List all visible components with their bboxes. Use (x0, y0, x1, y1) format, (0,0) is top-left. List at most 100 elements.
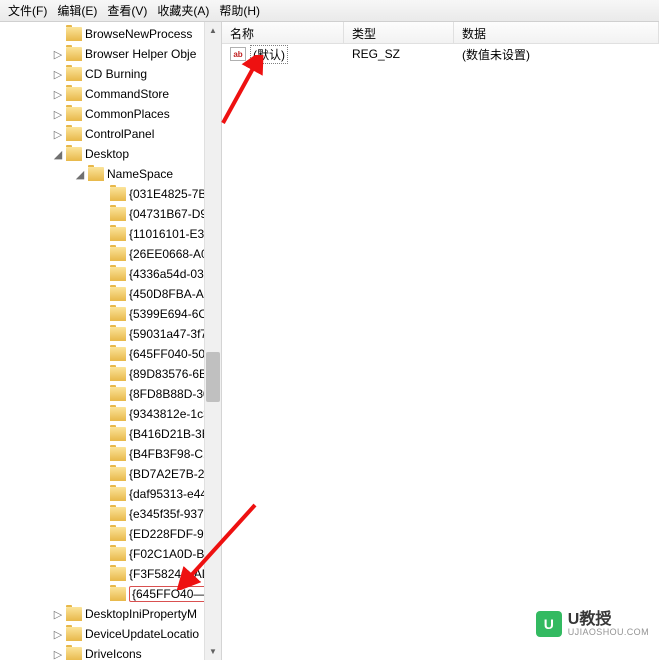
tree-browser-helper-objects[interactable]: ▷ Browser Helper Obje (0, 44, 221, 64)
menubar: 文件(F) 编辑(E) 查看(V) 收藏夹(A) 帮助(H) (0, 0, 659, 22)
tree-item-label: DriveIcons (85, 647, 142, 660)
folder-icon (66, 27, 82, 41)
tree-item-label: NameSpace (107, 167, 173, 181)
menu-help[interactable]: 帮助(H) (219, 2, 260, 19)
tree-desktopinipropertymap[interactable]: ▷DesktopIniPropertyM (0, 604, 221, 624)
tree-item-label: {04731B67-D9 (129, 207, 207, 221)
folder-icon (110, 427, 126, 441)
folder-icon (110, 547, 126, 561)
tree-cd-burning[interactable]: ▷ CD Burning (0, 64, 221, 84)
tree-item-label: Browser Helper Obje (85, 47, 196, 61)
tree-guid-89d83576[interactable]: {89D83576-6B (0, 364, 221, 384)
scroll-thumb[interactable] (206, 352, 220, 402)
tree-commandstore[interactable]: ▷ CommandStore (0, 84, 221, 104)
registry-tree[interactable]: BrowseNewProcess ▷ Browser Helper Obje ▷ CD … (0, 22, 221, 660)
list-row[interactable]: ab (默认) REG_SZ (数值未设置) (222, 44, 659, 64)
folder-icon (110, 247, 126, 261)
col-data[interactable]: 数据 (454, 22, 659, 43)
watermark-logo-icon: U (536, 611, 562, 637)
tree-guid-f3f5824c[interactable]: {F3F5824C-AD (0, 564, 221, 584)
folder-icon (110, 407, 126, 421)
tree-item-label: {450D8FBA-AD (129, 287, 212, 301)
col-name[interactable]: 名称 (222, 22, 344, 43)
tree-item-label: {9343812e-1c3 (129, 407, 210, 421)
folder-icon (110, 227, 126, 241)
values-panel: 名称 类型 数据 ab (默认) REG_SZ (数值未设置) (222, 22, 659, 660)
folder-icon (66, 87, 82, 101)
tree-desktop[interactable]: ◢ Desktop (0, 144, 221, 164)
tree-guid-645ffo40-new[interactable]: {645FFO40—— (0, 584, 221, 604)
scroll-up-icon[interactable]: ▲ (205, 22, 221, 39)
menu-favorites[interactable]: 收藏夹(A) (157, 2, 209, 19)
col-type[interactable]: 类型 (344, 22, 454, 43)
tree-item-label: {daf95313-e44 (129, 487, 207, 501)
tree-item-label: {59031a47-3f7 (129, 327, 207, 341)
tree-item-label: Desktop (85, 147, 129, 161)
tree-controlpanel[interactable]: ▷ControlPanel (0, 124, 221, 144)
string-value-icon: ab (230, 47, 246, 61)
tree-guid-59031a47[interactable]: {59031a47-3f7 (0, 324, 221, 344)
expander-icon[interactable]: ▷ (50, 48, 66, 61)
tree-guid-e345f35f[interactable]: {e345f35f-937 (0, 504, 221, 524)
expander-icon[interactable]: ◢ (50, 148, 66, 161)
tree-guid-b416d21b[interactable]: {B416D21B-3B (0, 424, 221, 444)
tree-deviceupdatelocations[interactable]: ▷DeviceUpdateLocatio (0, 624, 221, 644)
value-name: (默认) (250, 45, 288, 64)
tree-scrollbar[interactable]: ▲ ▼ (204, 22, 221, 660)
scroll-down-icon[interactable]: ▼ (205, 643, 221, 660)
folder-icon (110, 307, 126, 321)
tree-guid-4336a54d[interactable]: {4336a54d-03 (0, 264, 221, 284)
tree-guid-11016101[interactable]: {11016101-E36 (0, 224, 221, 244)
tree-item-label: {26EE0668-A0 (129, 247, 208, 261)
folder-icon (110, 507, 126, 521)
expander-icon[interactable]: ▷ (50, 628, 66, 641)
tree-guid-bd7a2e7b[interactable]: {BD7A2E7B-21 (0, 464, 221, 484)
expander-icon[interactable]: ▷ (50, 88, 66, 101)
tree-guid-b4fb3f98[interactable]: {B4FB3F98-C1 (0, 444, 221, 464)
folder-icon (110, 387, 126, 401)
folder-icon (110, 567, 126, 581)
tree-commonplaces[interactable]: ▷CommonPlaces (0, 104, 221, 124)
tree-item-label: {031E4825-7B9 (129, 187, 213, 201)
tree-browsenewprocess[interactable]: BrowseNewProcess (0, 24, 221, 44)
list-body: ab (默认) REG_SZ (数值未设置) (222, 44, 659, 660)
tree-driveicons[interactable]: ▷ DriveIcons (0, 644, 221, 660)
watermark: U U教授 UJIAOSHOU.COM (536, 611, 649, 638)
expander-icon[interactable]: ▷ (50, 648, 66, 660)
watermark-sub: UJIAOSHOU.COM (568, 628, 649, 638)
tree-namespace[interactable]: ◢ NameSpace (0, 164, 221, 184)
tree-guid-f02c1a0d[interactable]: {F02C1A0D-BE (0, 544, 221, 564)
tree-item-label: {8FD8B88D-30 (129, 387, 210, 401)
menu-file[interactable]: 文件(F) (8, 2, 47, 19)
menu-view[interactable]: 查看(V) (107, 2, 147, 19)
expander-icon[interactable]: ▷ (50, 128, 66, 141)
tree-guid-ed228fdf[interactable]: {ED228FDF-9E (0, 524, 221, 544)
tree-guid-26ee0668[interactable]: {26EE0668-A0 (0, 244, 221, 264)
tree-guid-5399e694[interactable]: {5399E694-6C (0, 304, 221, 324)
folder-icon (88, 167, 104, 181)
folder-icon (66, 147, 82, 161)
folder-icon (110, 527, 126, 541)
tree-item-label: CD Burning (85, 67, 147, 81)
expander-icon[interactable]: ◢ (72, 168, 88, 181)
expander-icon[interactable]: ▷ (50, 68, 66, 81)
tree-item-label: {F3F5824C-AD (129, 567, 210, 581)
folder-icon (110, 467, 126, 481)
folder-icon (110, 207, 126, 221)
tree-guid-04731b67[interactable]: {04731B67-D9 (0, 204, 221, 224)
menu-edit[interactable]: 编辑(E) (57, 2, 97, 19)
tree-guid-450d8fba[interactable]: {450D8FBA-AD (0, 284, 221, 304)
tree-guid-daf95313[interactable]: {daf95313-e44 (0, 484, 221, 504)
tree-panel: BrowseNewProcess ▷ Browser Helper Obje ▷ CD … (0, 22, 222, 660)
tree-guid-9343812e[interactable]: {9343812e-1c3 (0, 404, 221, 424)
tree-guid-031e4825[interactable]: {031E4825-7B9 (0, 184, 221, 204)
tree-item-label: CommandStore (85, 87, 169, 101)
tree-guid-8fd8b88d[interactable]: {8FD8B88D-30 (0, 384, 221, 404)
tree-item-label: {11016101-E36 (129, 227, 211, 241)
value-type: REG_SZ (344, 47, 454, 61)
expander-icon[interactable]: ▷ (50, 108, 66, 121)
folder-icon (66, 47, 82, 61)
expander-icon[interactable]: ▷ (50, 608, 66, 621)
folder-icon (66, 647, 82, 660)
tree-guid-645ff040[interactable]: {645FF040-508 (0, 344, 221, 364)
